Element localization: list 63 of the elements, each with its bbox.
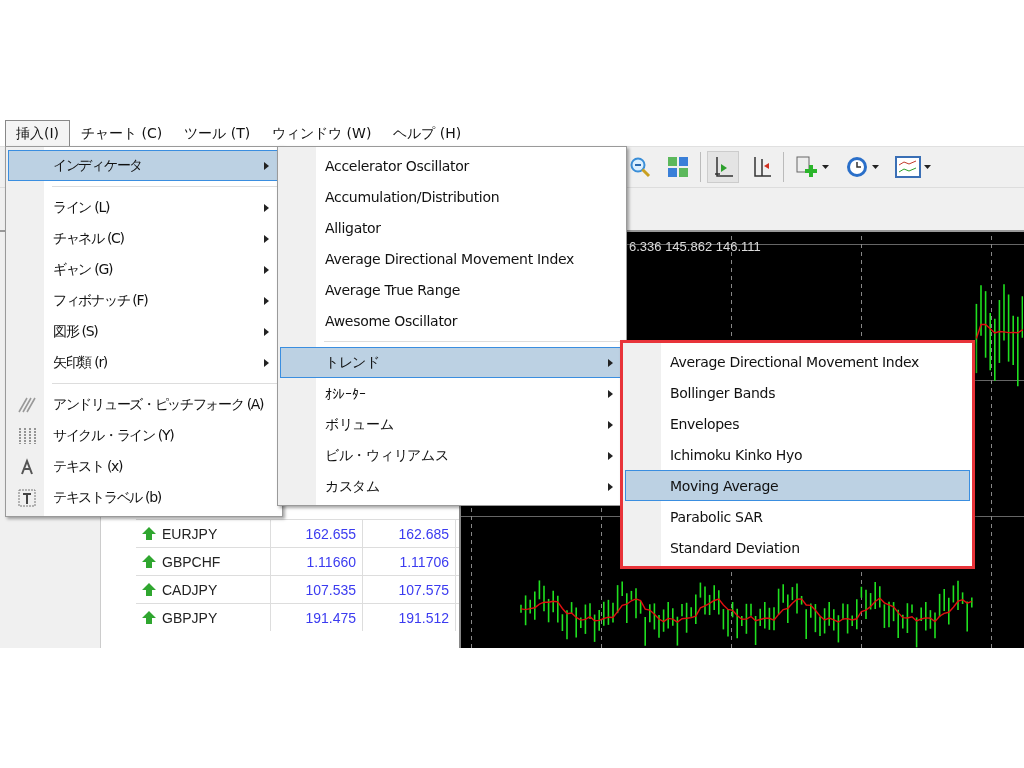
up-arrow-icon (142, 555, 156, 568)
caret-icon (872, 165, 879, 169)
text-label-icon (17, 489, 37, 507)
caret-icon (924, 165, 931, 169)
menu-item[interactable]: テキスト (x) (8, 451, 280, 482)
menu-item[interactable]: Accelerator Oscillator (280, 150, 624, 181)
menu-item[interactable]: カスタム (280, 471, 624, 502)
menu-item[interactable]: Accumulation/Distribution (280, 181, 624, 212)
menu-item[interactable]: ビル・ウィリアムス (280, 440, 624, 471)
tiles-icon (667, 156, 689, 178)
menu-item[interactable]: Awesome Oscillator (280, 305, 624, 336)
menu-item[interactable]: フィボナッチ (F) (8, 285, 280, 316)
menu-item[interactable]: Bollinger Bands (625, 377, 970, 408)
ask-cell: 1.11706 (363, 548, 456, 575)
line-chart-icon (895, 156, 921, 178)
menu-item[interactable]: チャネル (C) (8, 223, 280, 254)
menu-item[interactable]: Average Directional Movement Index (625, 346, 970, 377)
bid-cell: 107.535 (271, 576, 363, 603)
menu-item[interactable]: Moving Average (625, 470, 970, 501)
menu-item[interactable]: 図形 (S) (8, 316, 280, 347)
menu-item[interactable]: ｵｼﾚｰﾀｰ (280, 378, 624, 409)
up-arrow-icon (142, 527, 156, 540)
menu-title[interactable]: ツール (T) (173, 120, 262, 146)
chart-shift-icon (712, 156, 734, 178)
menu-title[interactable]: チャート (C) (70, 120, 174, 146)
price-readout: 6.336 145.862 146.111 (629, 239, 761, 254)
menu-item[interactable]: Envelopes (625, 408, 970, 439)
ask-cell: 162.685 (363, 520, 456, 547)
symbol-cell: CADJPY (136, 576, 271, 603)
menu-item[interactable]: テキストラベル (b) (8, 482, 280, 513)
up-arrow-icon (142, 611, 156, 624)
menu-title[interactable]: ウィンドウ (W) (261, 120, 383, 146)
pitchfork-icon (17, 396, 37, 414)
ask-cell: 191.512 (363, 604, 456, 631)
menu-item[interactable]: Alligator (280, 212, 624, 243)
menu-title[interactable]: ヘルプ (H) (382, 120, 473, 146)
chart-shift-button[interactable] (707, 151, 739, 183)
menu-item[interactable]: Ichimoku Kinko Hyo (625, 439, 970, 470)
add-document-icon (795, 155, 819, 179)
menu-item[interactable]: 矢印類 (r) (8, 347, 280, 378)
caret-icon (822, 165, 829, 169)
cycle-lines-icon (17, 427, 37, 445)
bid-cell: 191.475 (271, 604, 363, 631)
clock-icon (845, 155, 869, 179)
symbol-cell: GBPCHF (136, 548, 271, 575)
menu-item[interactable]: ギャン (G) (8, 254, 280, 285)
ask-cell: 107.575 (363, 576, 456, 603)
menu-title[interactable]: 挿入(I) (5, 120, 71, 146)
symbol-cell: EURJPY (136, 520, 271, 547)
zoom-out-icon (629, 156, 651, 178)
menu-item[interactable]: Parabolic SAR (625, 501, 970, 532)
menu-item[interactable]: アンドリューズ・ピッチフォーク (A) (8, 389, 280, 420)
menu-item[interactable]: インディケータ (8, 150, 280, 181)
bid-cell: 1.11660 (271, 548, 363, 575)
menu-item[interactable]: Standard Deviation (625, 532, 970, 563)
up-arrow-icon (142, 583, 156, 596)
menu-item[interactable]: ボリューム (280, 409, 624, 440)
bid-cell: 162.655 (271, 520, 363, 547)
menu-item[interactable]: Average Directional Movement Index (280, 243, 624, 274)
symbol-cell: GBPJPY (136, 604, 271, 631)
menu-item[interactable]: サイクル・ライン (Y) (8, 420, 280, 451)
menu-item[interactable]: ライン (L) (8, 192, 280, 223)
menu-item[interactable]: Average True Range (280, 274, 624, 305)
